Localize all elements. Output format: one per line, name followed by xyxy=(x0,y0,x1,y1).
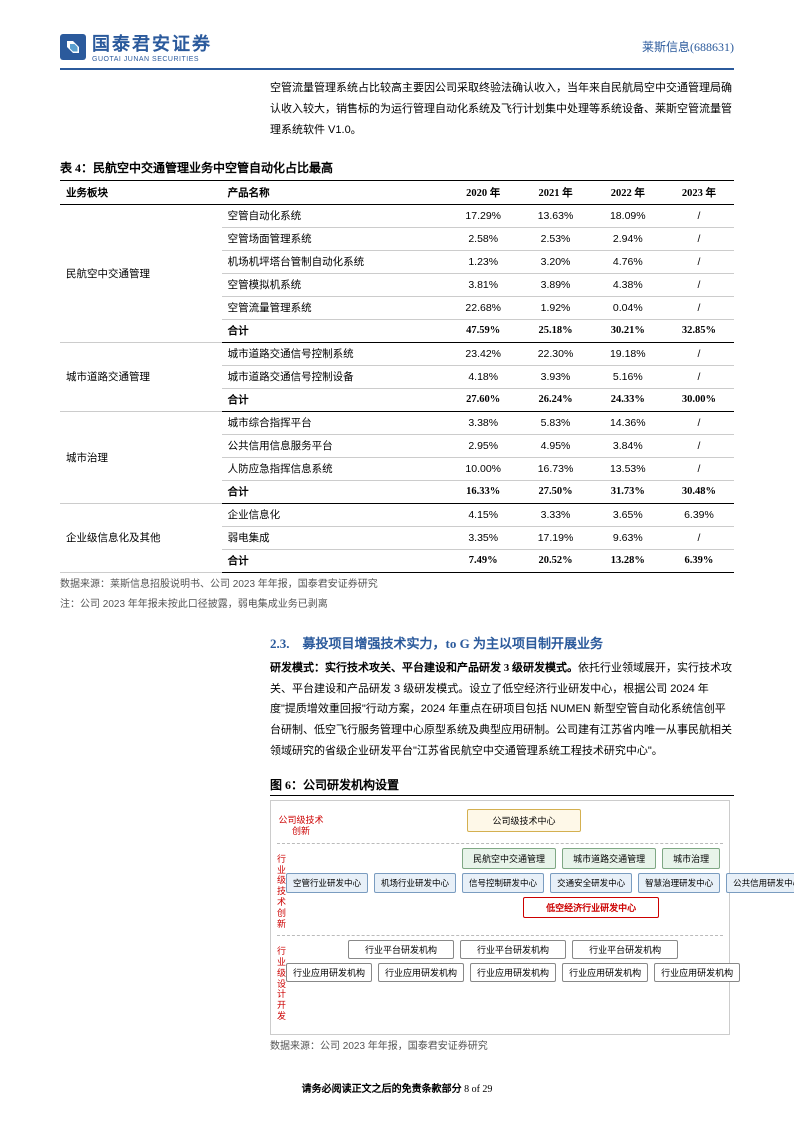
page-footer: 请务必阅读正文之后的免责条款部分 8 of 29 xyxy=(0,1080,794,1095)
footer-page: 8 of 29 xyxy=(464,1084,492,1095)
diagram-level3-heads: 行业平台研发机构行业平台研发机构行业平台研发机构 xyxy=(348,940,678,959)
section-2-3-text: 依托行业领域展开，实行技术攻关、平台建设和产品研发 3 级研发模式。设立了低空经… xyxy=(270,662,732,758)
figure6-title: 图 6：公司研发机构设置 xyxy=(270,776,734,796)
logo-icon xyxy=(60,34,86,60)
section-2-3-title: 2.3. 募投项目增强技术实力，to G 为主以项目制开展业务 xyxy=(270,633,734,652)
table4-source: 数据来源：莱斯信息招股说明书、公司 2023 年年报，国泰君安证券研究 xyxy=(60,577,734,593)
diagram-level1-label: 公司级技术创新 xyxy=(277,809,325,837)
diagram-red-box: 低空经济行业研发中心 xyxy=(523,897,659,918)
diagram-level2-label: 行业级技术创新 xyxy=(277,848,286,930)
logo: 国泰君安证券 GUOTAI JUNAN SECURITIES xyxy=(60,30,212,63)
intro-paragraph: 空管流量管理系统占比较高主要因公司采取终验法确认收入，当年来自民航局空中交通管理… xyxy=(270,78,734,141)
diagram-blue-row: 空管行业研发中心机场行业研发中心信号控制研发中心交通安全研发中心智慧治理研发中心… xyxy=(286,873,794,893)
diagram-level3-subs: 行业应用研发机构行业应用研发机构行业应用研发机构行业应用研发机构行业应用研发机构 xyxy=(286,963,740,982)
table4: 业务板块产品名称2020 年2021 年2022 年2023 年 民航空中交通管… xyxy=(60,180,734,573)
ticker: 莱斯信息(688631) xyxy=(642,38,734,55)
diagram-level3-label: 行业级设计开发 xyxy=(277,940,286,1022)
section-2-3-body: 研发模式：实行技术攻关、平台建设和产品研发 3 级研发模式。依托行业领域展开，实… xyxy=(270,658,734,762)
diagram-green-row: 民航空中交通管理城市道路交通管理城市治理 xyxy=(462,848,720,869)
figure6-diagram: 公司级技术创新 公司级技术中心 行业级技术创新 民航空中交通管理城市道路交通管理… xyxy=(270,800,730,1035)
diagram-top-box: 公司级技术中心 xyxy=(467,809,580,832)
logo-text-en: GUOTAI JUNAN SECURITIES xyxy=(92,56,212,63)
page-header: 国泰君安证券 GUOTAI JUNAN SECURITIES 莱斯信息(6886… xyxy=(60,30,734,70)
section-2-3-lead: 研发模式：实行技术攻关、平台建设和产品研发 3 级研发模式。 xyxy=(270,662,578,674)
figure6-source: 数据来源：公司 2023 年年报，国泰君安证券研究 xyxy=(270,1039,734,1055)
logo-text-cn: 国泰君安证券 xyxy=(92,30,212,56)
table4-note: 注：公司 2023 年年报未按此口径披露，弱电集成业务已剥离 xyxy=(60,597,734,613)
table4-title: 表 4：民航空中交通管理业务中空管自动化占比最高 xyxy=(60,159,734,176)
footer-disclaimer: 请务必阅读正文之后的免责条款部分 xyxy=(302,1084,462,1095)
